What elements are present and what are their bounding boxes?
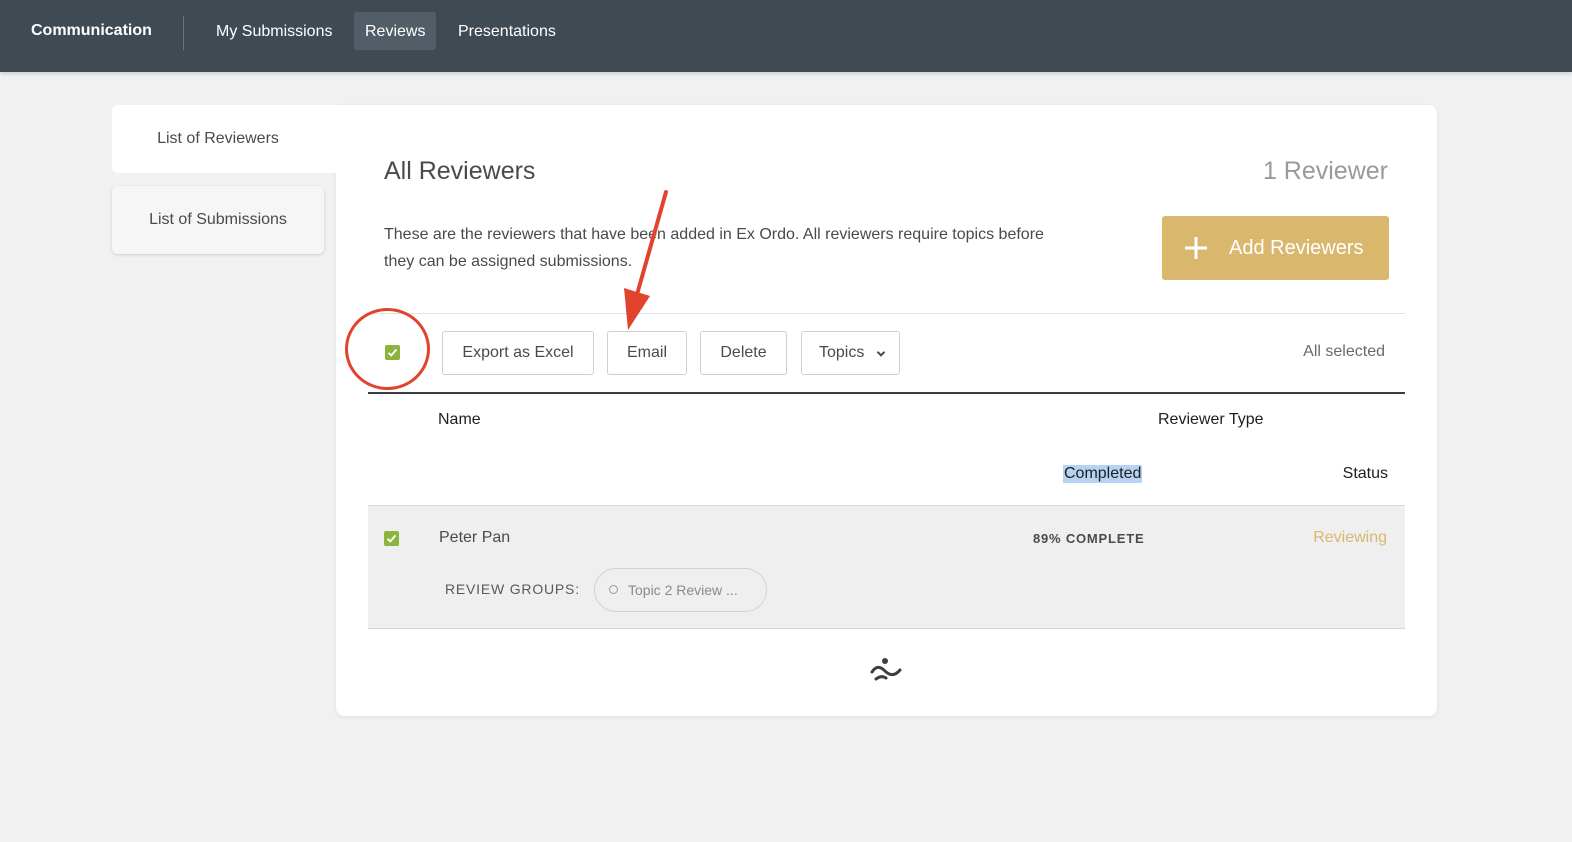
reviewers-panel: All Reviewers 1 Reviewer These are the r… [336,105,1437,716]
chevron-down-icon [876,351,886,357]
page-description: These are the reviewers that have been a… [384,226,1044,270]
plus-icon [1185,237,1207,259]
column-completed[interactable]: Completed [1063,465,1143,483]
annotation-arrow-icon [624,190,668,330]
column-name[interactable]: Name [438,411,481,429]
add-reviewers-label: Add Reviewers [1229,237,1364,259]
nav-presentations[interactable]: Presentations [447,12,567,50]
add-reviewers-button[interactable]: Add Reviewers [1162,216,1389,280]
nav-divider [183,16,184,50]
delete-button[interactable]: Delete [700,331,787,375]
top-nav-bar: Communication My Submissions Reviews Pre… [0,0,1572,72]
review-group-name: Topic 2 Review ... [628,582,738,598]
selection-status: All selected [1303,343,1385,360]
page-title: All Reviewers [384,157,536,185]
column-reviewer-type[interactable]: Reviewer Type [1158,411,1264,429]
reviewer-count: 1 Reviewer [1262,157,1388,185]
status-badge: Reviewing [1313,529,1387,546]
annotation-circle [345,308,430,390]
nav-reviews[interactable]: Reviews [354,12,437,50]
tab-list-of-reviewers[interactable]: List of Reviewers [112,105,338,173]
table-header-divider [368,392,1405,394]
review-groups-label: REVIEW GROUPS: [445,581,580,597]
divider [368,313,1405,314]
export-excel-button[interactable]: Export as Excel [442,331,594,375]
row-checkbox[interactable] [384,531,399,546]
loader-icon [870,658,902,681]
reviewer-name[interactable]: Peter Pan [439,529,510,547]
topics-dropdown[interactable]: Topics [801,331,900,375]
table-row[interactable]: Peter Pan 89% COMPLETE Reviewing REVIEW … [368,505,1405,629]
nav-my-submissions[interactable]: My Submissions [205,12,343,50]
dot-icon [609,585,618,594]
completion-percent: 89% COMPLETE [1033,531,1145,546]
tab-list-of-submissions[interactable]: List of Submissions [112,186,324,254]
check-icon [386,534,397,543]
topics-label: Topics [819,344,865,361]
column-status[interactable]: Status [1343,465,1388,483]
brand-title[interactable]: Communication [31,22,152,40]
review-group-pill[interactable]: Topic 2 Review ... [594,568,767,612]
